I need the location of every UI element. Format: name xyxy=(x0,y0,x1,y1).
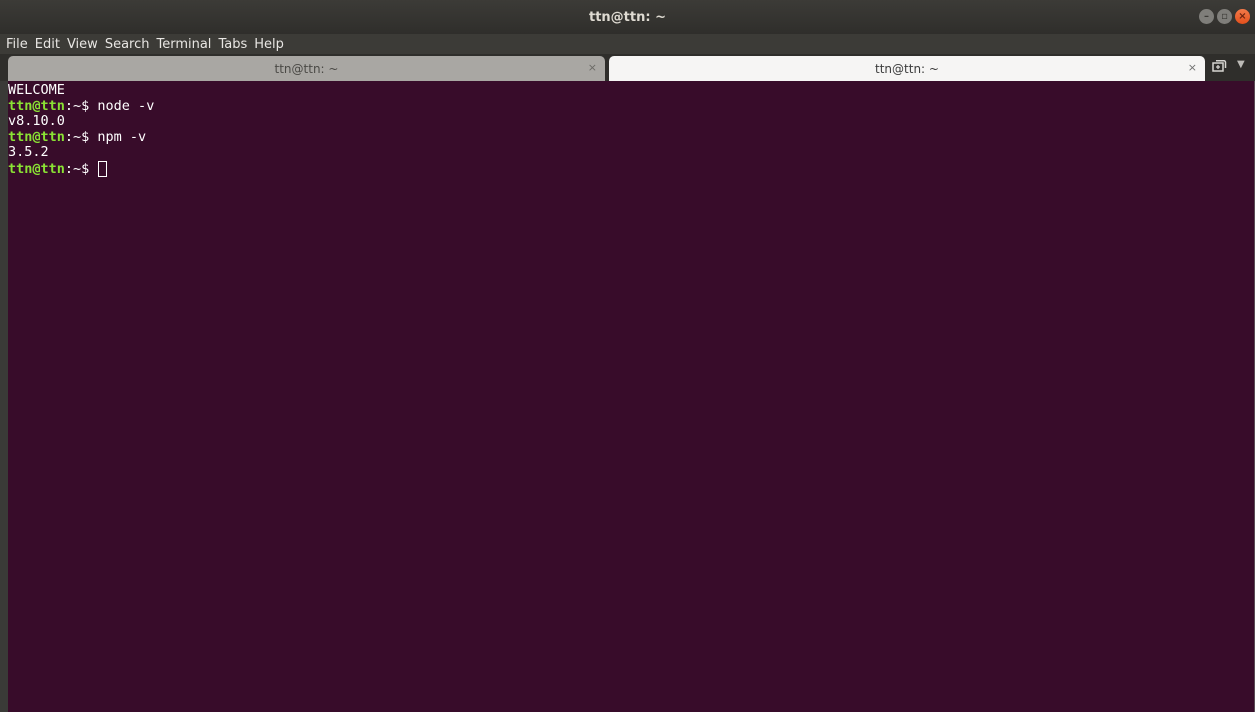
menu-terminal[interactable]: Terminal xyxy=(156,37,211,52)
command-line: ttn@ttn:~$ npm -v xyxy=(8,128,1254,146)
command-text: npm -v xyxy=(97,128,147,145)
close-icon: × xyxy=(1238,10,1247,22)
tab-2[interactable]: ttn@ttn: ~ × xyxy=(609,56,1205,81)
terminal-output[interactable]: WELCOME ttn@ttn:~$ node -v v8.10.0 ttn@t… xyxy=(8,81,1254,712)
prompt-user: ttn@ttn xyxy=(8,160,65,177)
maximize-icon: ▫ xyxy=(1221,10,1228,22)
tab-label: ttn@ttn: ~ xyxy=(274,61,339,76)
menu-tabs[interactable]: Tabs xyxy=(218,37,247,52)
tab-label: ttn@ttn: ~ xyxy=(875,61,939,76)
welcome-line: WELCOME xyxy=(8,82,65,98)
command-text: node -v xyxy=(97,97,155,114)
prompt-user: ttn@ttn xyxy=(8,128,65,145)
tabs-dropdown-button[interactable]: ▼ xyxy=(1237,59,1245,70)
prompt-user: ttn@ttn xyxy=(8,97,65,114)
menu-search[interactable]: Search xyxy=(105,37,150,52)
new-tab-icon xyxy=(1212,60,1227,72)
tab-1[interactable]: ttn@ttn: ~ × xyxy=(8,56,605,81)
window-controls: – ▫ × xyxy=(1199,9,1250,24)
close-button[interactable]: × xyxy=(1235,9,1250,24)
output-line: 3.5.2 xyxy=(8,144,49,160)
menu-edit[interactable]: Edit xyxy=(35,37,60,52)
text-cursor xyxy=(98,160,108,177)
prompt-path: :~$ xyxy=(64,160,98,177)
menu-help[interactable]: Help xyxy=(254,37,284,52)
minimize-icon: – xyxy=(1204,10,1209,22)
output-line: v8.10.0 xyxy=(8,113,65,129)
window-title: ttn@ttn: ~ xyxy=(589,9,666,25)
maximize-button[interactable]: ▫ xyxy=(1217,9,1232,24)
chevron-down-icon: ▼ xyxy=(1237,59,1245,70)
command-line: ttn@ttn:~$ node -v xyxy=(8,97,1254,115)
new-tab-button[interactable] xyxy=(1210,56,1230,78)
menu-file[interactable]: File xyxy=(6,37,28,52)
menu-bar: File Edit View Search Terminal Tabs Help xyxy=(0,34,1255,54)
tab-bar: ttn@ttn: ~ × ttn@ttn: ~ × xyxy=(0,54,1255,81)
prompt-path: :~$ xyxy=(64,97,98,114)
minimize-button[interactable]: – xyxy=(1199,9,1214,24)
prompt-path: :~$ xyxy=(64,128,98,145)
current-prompt-line[interactable]: ttn@ttn:~$ xyxy=(8,160,1254,177)
menu-view[interactable]: View xyxy=(67,37,98,52)
tab-close-icon[interactable]: × xyxy=(588,61,597,74)
tab-close-icon[interactable]: × xyxy=(1188,61,1197,74)
window-titlebar: ttn@ttn: ~ – ▫ × xyxy=(0,0,1255,34)
